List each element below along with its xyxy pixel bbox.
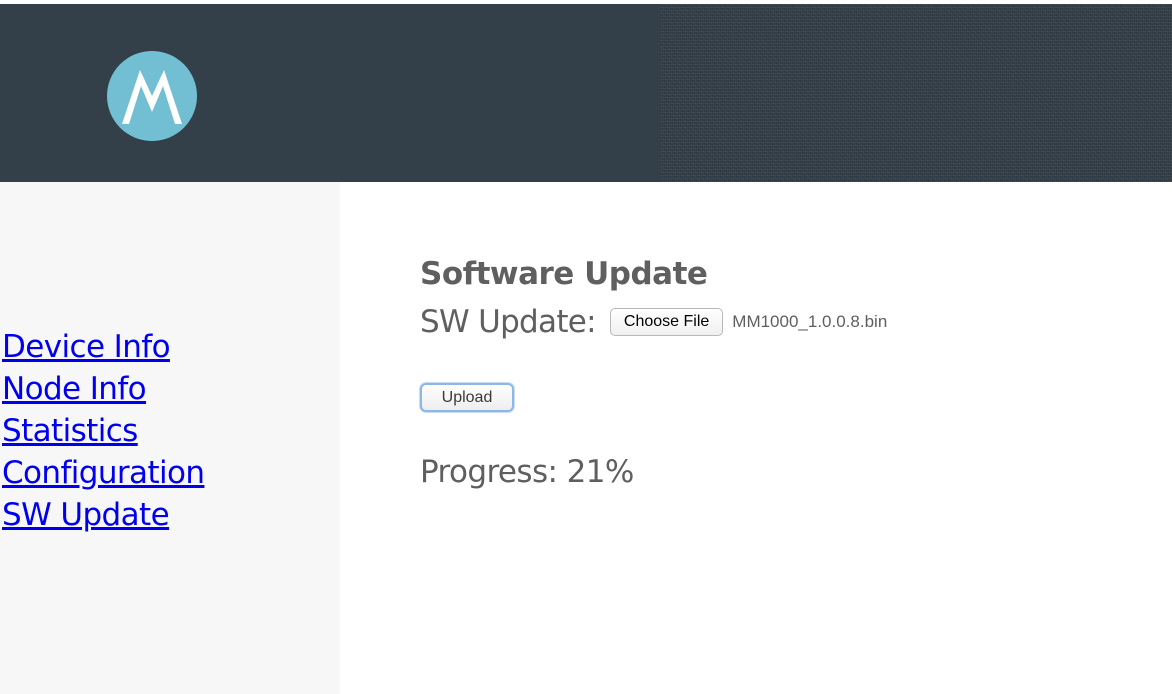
nav-link-node-info[interactable]: Node Info xyxy=(2,368,204,410)
sw-update-row: SW Update: Choose File MM1000_1.0.0.8.bi… xyxy=(420,300,887,344)
header-banner xyxy=(0,4,1172,182)
nav-link-sw-update[interactable]: SW Update xyxy=(2,494,204,536)
choose-file-button[interactable]: Choose File xyxy=(609,308,724,336)
sidebar-nav: Device Info Node Info Statistics Configu… xyxy=(2,326,205,536)
page-title: Software Update xyxy=(420,256,708,292)
upload-button[interactable]: Upload xyxy=(420,383,514,412)
nav-link-device-info[interactable]: Device Info xyxy=(2,326,204,368)
nav-link-configuration[interactable]: Configuration xyxy=(2,452,205,494)
header-texture xyxy=(660,4,1172,182)
sidebar: Device Info Node Info Statistics Configu… xyxy=(0,182,340,694)
selected-file-name: MM1000_1.0.0.8.bin xyxy=(732,312,888,331)
main-content: Software Update SW Update: Choose File M… xyxy=(340,182,1172,694)
nav-link-statistics[interactable]: Statistics xyxy=(2,410,204,452)
motorola-logo-icon xyxy=(107,51,197,141)
progress-text: Progress: 21% xyxy=(420,454,634,490)
sw-update-label: SW Update: xyxy=(420,304,597,340)
